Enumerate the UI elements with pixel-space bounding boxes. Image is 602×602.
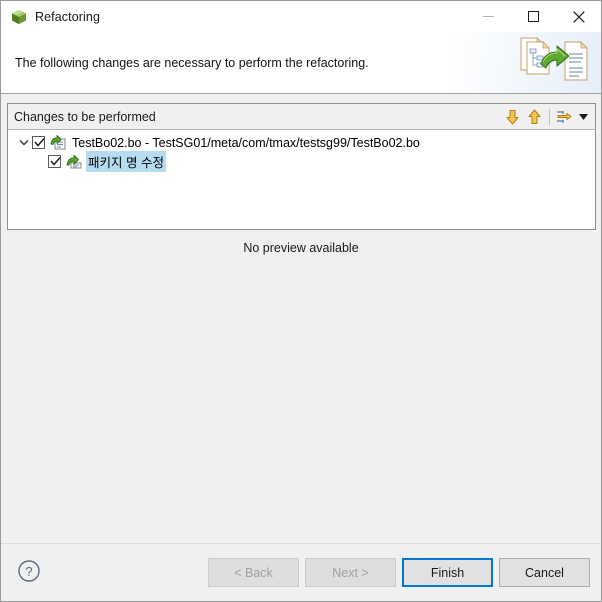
finish-button[interactable]: Finish — [402, 558, 493, 587]
changes-header-label: Changes to be performed — [14, 109, 156, 124]
close-button[interactable] — [556, 1, 601, 32]
package-rename-change-icon — [66, 154, 82, 170]
up-arrow-icon — [528, 109, 540, 124]
changes-header: Changes to be performed — [8, 104, 595, 130]
close-icon — [572, 10, 585, 23]
checkmark-icon — [34, 138, 45, 147]
back-button[interactable]: < Back — [208, 558, 299, 587]
tree-row[interactable]: TestBo02.bo - TestSG01/meta/com/tmax/tes… — [8, 133, 595, 152]
next-change-button[interactable] — [501, 106, 523, 128]
dialog-footer: ? < Back Next > Finish Cancel — [1, 543, 601, 601]
maximize-button[interactable] — [511, 1, 556, 32]
window-controls — [466, 1, 601, 32]
chevron-down-icon — [578, 113, 588, 120]
cancel-button[interactable]: Cancel — [499, 558, 590, 587]
next-button[interactable]: Next > — [305, 558, 396, 587]
tree-row-label: TestBo02.bo - TestSG01/meta/com/tmax/tes… — [72, 135, 420, 150]
row-checkbox[interactable] — [32, 136, 45, 149]
filter-menu-icon — [557, 110, 572, 123]
refactoring-dialog: Refactoring The following changes are ne… — [0, 0, 602, 602]
banner-message: The following changes are necessary to p… — [15, 55, 369, 70]
previous-change-button[interactable] — [523, 106, 545, 128]
minimize-button[interactable] — [466, 1, 511, 32]
window-title: Refactoring — [35, 9, 101, 24]
eclipse-cube-icon — [11, 9, 27, 25]
preview-message: No preview available — [243, 241, 359, 255]
question-mark-icon: ? — [18, 560, 40, 582]
checkmark-icon — [50, 157, 61, 166]
tree-row-label: 패키지 명 수정 — [86, 151, 166, 172]
refactoring-banner-icon — [515, 34, 593, 88]
changes-toolbar — [501, 106, 595, 128]
title-bar: Refactoring — [1, 1, 601, 32]
banner: The following changes are necessary to p… — [1, 32, 601, 94]
help-button[interactable]: ? — [17, 559, 41, 583]
changes-tree[interactable]: TestBo02.bo - TestSG01/meta/com/tmax/tes… — [8, 130, 595, 229]
tree-row[interactable]: 패키지 명 수정 — [8, 151, 595, 172]
view-menu-button[interactable] — [554, 106, 576, 128]
dialog-body: Changes to be performed TestBo02.bo - Te… — [1, 94, 601, 543]
toolbar-separator — [549, 108, 550, 125]
view-menu-chevron[interactable] — [576, 106, 590, 128]
expand-collapse-icon[interactable] — [16, 135, 32, 151]
down-arrow-icon — [506, 109, 518, 124]
changes-panel: Changes to be performed TestBo02.bo - Te… — [7, 103, 596, 230]
minimize-icon — [483, 16, 494, 17]
svg-text:?: ? — [25, 564, 32, 579]
maximize-icon — [528, 11, 539, 22]
java-compilation-unit-change-icon — [50, 134, 66, 151]
dialog-buttons: < Back Next > Finish Cancel — [208, 558, 590, 587]
row-checkbox[interactable] — [48, 155, 61, 168]
